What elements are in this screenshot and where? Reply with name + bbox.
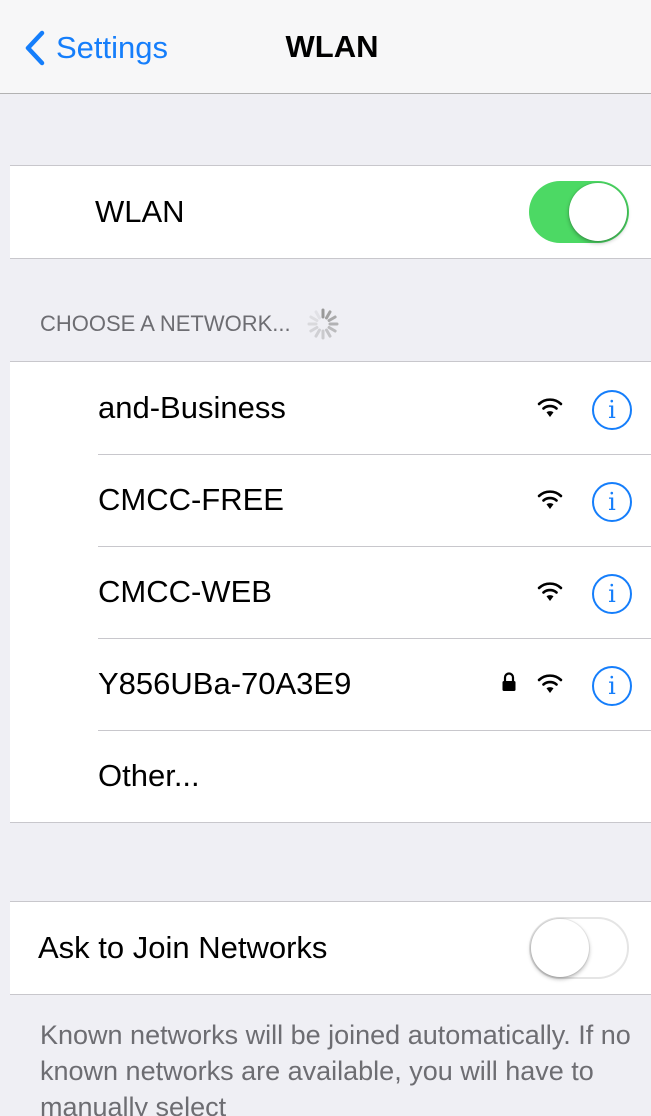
info-icon[interactable]: i (592, 574, 632, 614)
network-name: and-Business (98, 390, 286, 425)
wlan-group: WLAN (10, 165, 651, 259)
ask-to-join-row: Ask to Join Networks (10, 902, 651, 994)
wlan-row: WLAN (10, 166, 651, 258)
network-name: CMCC-WEB (98, 574, 272, 609)
info-icon[interactable]: i (592, 482, 632, 522)
network-name: Y856UBa-70A3E9 (98, 666, 352, 701)
footer-description: Known networks will be joined automatica… (40, 1020, 631, 1116)
wifi-icon (537, 398, 563, 417)
section-header: CHOOSE A NETWORK... (40, 306, 341, 342)
page-title: WLAN (285, 29, 379, 64)
wlan-toggle[interactable] (529, 181, 629, 243)
networks-list: and-Business i CMCC-FREE i CMCC-WEB i Y8… (10, 361, 651, 823)
info-icon[interactable]: i (592, 666, 632, 706)
navigation-bar: Settings WLAN (0, 0, 651, 94)
spinner-icon (307, 308, 339, 340)
ask-to-join-toggle[interactable] (529, 917, 629, 979)
network-row[interactable]: CMCC-WEB i (10, 546, 651, 638)
wifi-icon (537, 674, 563, 693)
network-row[interactable]: and-Business i (10, 362, 651, 454)
other-network-row[interactable]: Other... (10, 730, 651, 822)
wlan-label: WLAN (95, 194, 185, 229)
wifi-icon (537, 490, 563, 509)
network-row[interactable]: CMCC-FREE i (10, 454, 651, 546)
network-row[interactable]: Y856UBa-70A3E9 i (10, 638, 651, 730)
choose-network-header: CHOOSE A NETWORK... (40, 311, 291, 336)
network-name: CMCC-FREE (98, 482, 284, 517)
other-label: Other... (98, 758, 200, 793)
toggle-knob (531, 919, 589, 977)
lock-icon (502, 672, 516, 691)
wifi-icon (537, 582, 563, 601)
info-icon[interactable]: i (592, 390, 632, 430)
ask-to-join-group: Ask to Join Networks (10, 901, 651, 995)
toggle-knob (569, 183, 627, 241)
ask-to-join-label: Ask to Join Networks (38, 930, 328, 965)
